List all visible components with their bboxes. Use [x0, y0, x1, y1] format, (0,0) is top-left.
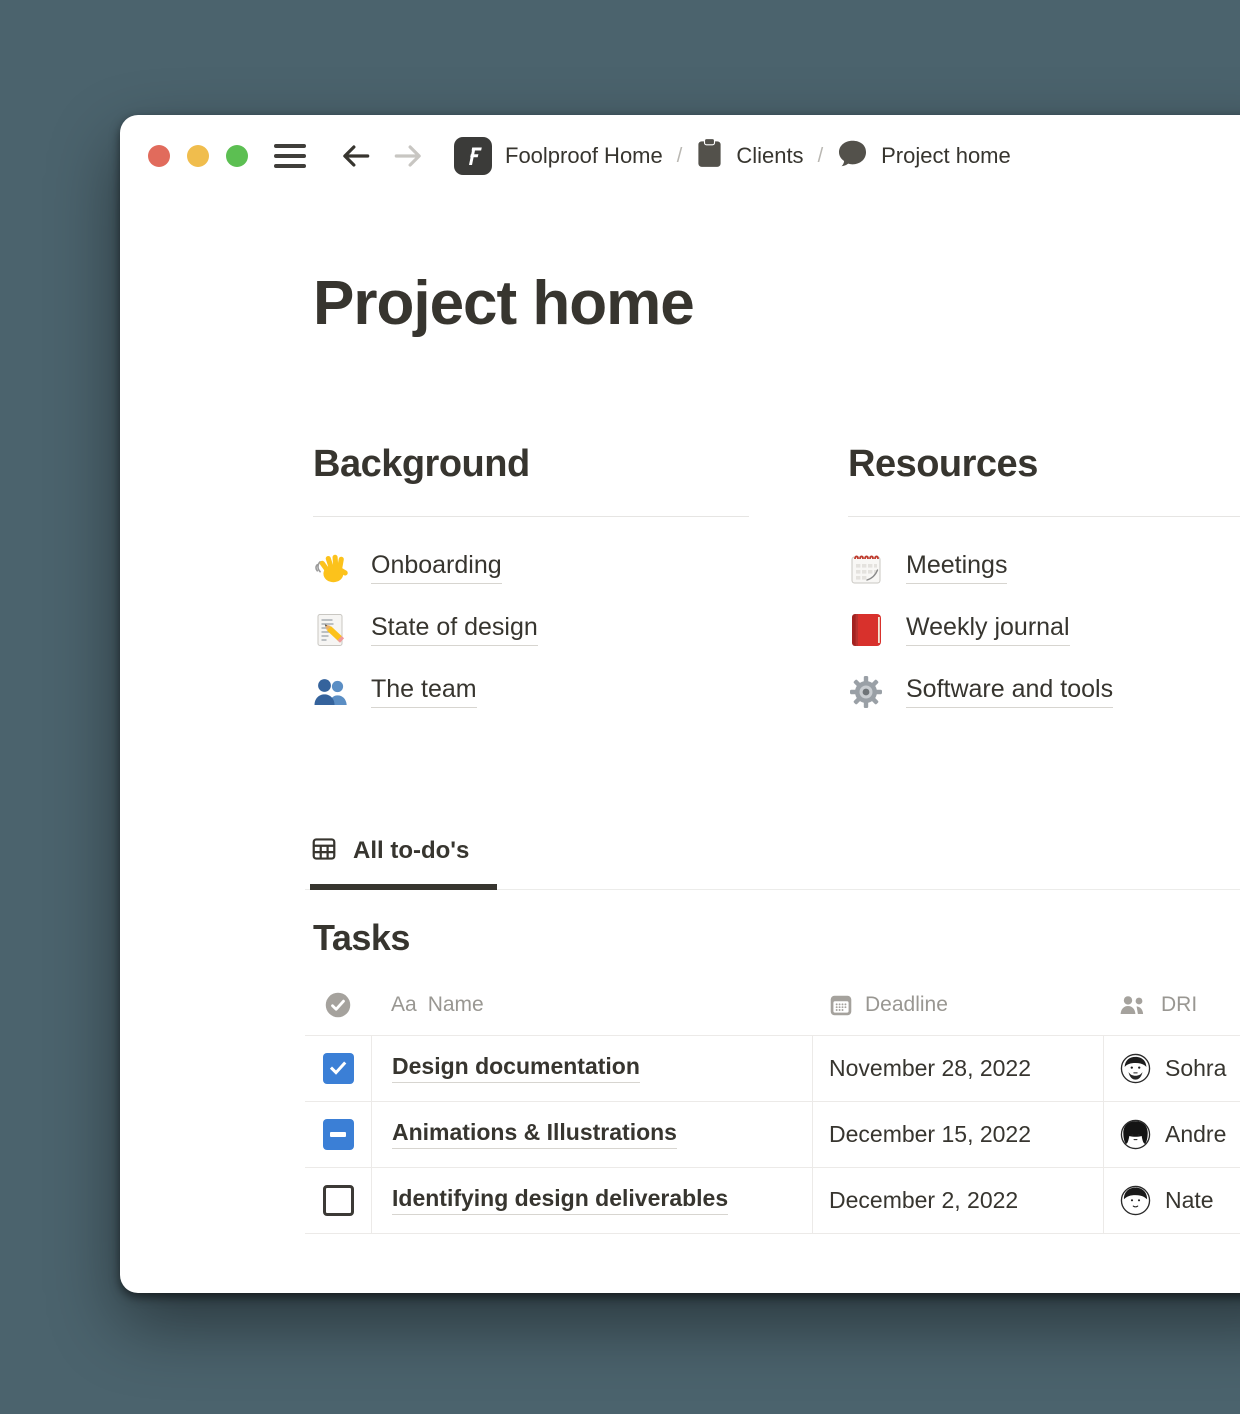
table-row: Animations & Illustrations December 15, … — [305, 1101, 1240, 1167]
forward-button[interactable] — [390, 139, 426, 173]
traffic-lights — [148, 145, 248, 167]
page-link-onboarding[interactable]: Onboarding — [313, 537, 749, 599]
breadcrumb-label: Project home — [881, 143, 1011, 169]
breadcrumb-label: Foolproof Home — [505, 143, 663, 169]
page-link-software-and-tools[interactable]: Software and tools — [848, 661, 1240, 723]
page-link-label: Onboarding — [371, 551, 502, 584]
forward-arrow-icon — [390, 139, 426, 173]
titlebar: Foolproof Home / Clients / Project home — [120, 115, 1240, 185]
page-link-label: Software and tools — [906, 675, 1113, 708]
tasks-table: Aa Name Deadline — [305, 975, 1240, 1234]
avatar-sohra — [1120, 1053, 1151, 1084]
page-link-meetings[interactable]: Meetings — [848, 537, 1240, 599]
page-content: Project home Background — [120, 270, 1240, 1234]
page-link-label: The team — [371, 675, 477, 708]
spiral-calendar-icon — [848, 550, 884, 586]
dash-icon — [330, 1132, 346, 1137]
waving-hand-icon — [313, 550, 349, 586]
task-dri-cell[interactable]: Nate — [1103, 1168, 1240, 1233]
task-deadline: November 28, 2022 — [829, 1055, 1031, 1082]
section-title: Background — [313, 442, 749, 488]
avatar-nate — [1120, 1185, 1151, 1216]
page-title: Project home — [313, 270, 1240, 338]
view-tab-bar: All to-do's — [305, 835, 1240, 890]
page-link-weekly-journal[interactable]: Weekly journal — [848, 599, 1240, 661]
check-circle-icon — [324, 991, 352, 1019]
zoom-window-button[interactable] — [226, 145, 248, 167]
task-name-link[interactable]: Identifying design deliverables — [392, 1185, 728, 1215]
breadcrumb: Foolproof Home / Clients / Project home — [454, 137, 1011, 175]
calendar-icon — [828, 992, 854, 1018]
speech-bubble-icon — [837, 139, 868, 174]
task-deadline: December 2, 2022 — [829, 1187, 1018, 1214]
task-dri: Sohra — [1165, 1055, 1226, 1082]
close-window-button[interactable] — [148, 145, 170, 167]
red-book-icon — [848, 612, 884, 648]
header-name-column[interactable]: Aa Name — [371, 975, 812, 1035]
app-window: Foolproof Home / Clients / Project home … — [120, 115, 1240, 1293]
task-deadline: December 15, 2022 — [829, 1121, 1031, 1148]
sidebar-menu-icon[interactable] — [274, 144, 306, 168]
table-body: Design documentation November 28, 2022 S… — [305, 1035, 1240, 1234]
page-link-the-team[interactable]: The team — [313, 661, 749, 723]
two-people-icon — [313, 674, 349, 710]
section-divider — [313, 516, 749, 517]
page-link-label: Meetings — [906, 551, 1007, 584]
gear-icon — [848, 674, 884, 710]
table-header-row: Aa Name Deadline — [305, 975, 1240, 1035]
task-checkbox-checked[interactable] — [323, 1053, 354, 1084]
task-deadline-cell[interactable]: December 2, 2022 — [812, 1168, 1103, 1233]
memo-pencil-icon — [313, 612, 349, 648]
resources-section: Resources — [848, 442, 1240, 723]
tab-all-todos[interactable]: All to-do's — [310, 835, 497, 890]
task-deadline-cell[interactable]: November 28, 2022 — [812, 1036, 1103, 1101]
avatar-andre — [1120, 1119, 1151, 1150]
header-deadline-column[interactable]: Deadline — [812, 975, 1103, 1035]
checkmark-icon — [328, 1058, 348, 1078]
task-checkbox-indeterminate[interactable] — [323, 1119, 354, 1150]
breadcrumb-label: Clients — [736, 143, 803, 169]
header-checkbox-column[interactable] — [305, 975, 371, 1035]
task-dri-cell[interactable]: Sohra — [1103, 1036, 1240, 1101]
tasks-heading: Tasks — [313, 916, 1240, 959]
column-label: DRI — [1161, 993, 1197, 1017]
breadcrumb-item-foolproof-home[interactable]: Foolproof Home — [454, 137, 663, 175]
breadcrumb-separator: / — [818, 145, 824, 168]
page-link-label: Weekly journal — [906, 613, 1070, 646]
link-sections: Background — [313, 442, 1240, 723]
task-name-link[interactable]: Design documentation — [392, 1053, 640, 1083]
table-row: Identifying design deliverables December… — [305, 1167, 1240, 1234]
section-divider — [848, 516, 1240, 517]
task-deadline-cell[interactable]: December 15, 2022 — [812, 1102, 1103, 1167]
breadcrumb-item-clients[interactable]: Clients — [696, 138, 803, 174]
minimize-window-button[interactable] — [187, 145, 209, 167]
task-checkbox-unchecked[interactable] — [323, 1185, 354, 1216]
table-row: Design documentation November 28, 2022 S… — [305, 1035, 1240, 1101]
page-link-state-of-design[interactable]: State of design — [313, 599, 749, 661]
page-link-label: State of design — [371, 613, 538, 646]
people-icon — [1119, 994, 1147, 1016]
task-name-link[interactable]: Animations & Illustrations — [392, 1119, 677, 1149]
foolproof-logo-icon — [454, 137, 492, 175]
breadcrumb-item-project-home[interactable]: Project home — [837, 139, 1011, 174]
text-type-icon: Aa — [391, 993, 417, 1017]
header-dri-column[interactable]: DRI — [1103, 975, 1240, 1035]
back-button[interactable] — [338, 139, 374, 173]
back-arrow-icon — [338, 139, 374, 173]
clipboard-icon — [696, 138, 723, 174]
background-section: Background — [313, 442, 749, 723]
task-dri: Andre — [1165, 1121, 1226, 1148]
breadcrumb-separator: / — [677, 145, 683, 168]
task-dri-cell[interactable]: Andre — [1103, 1102, 1240, 1167]
tab-label: All to-do's — [353, 837, 469, 865]
table-view-icon — [310, 835, 338, 868]
task-dri: Nate — [1165, 1187, 1214, 1214]
column-label: Name — [428, 993, 484, 1017]
section-title: Resources — [848, 442, 1240, 488]
column-label: Deadline — [865, 993, 948, 1017]
